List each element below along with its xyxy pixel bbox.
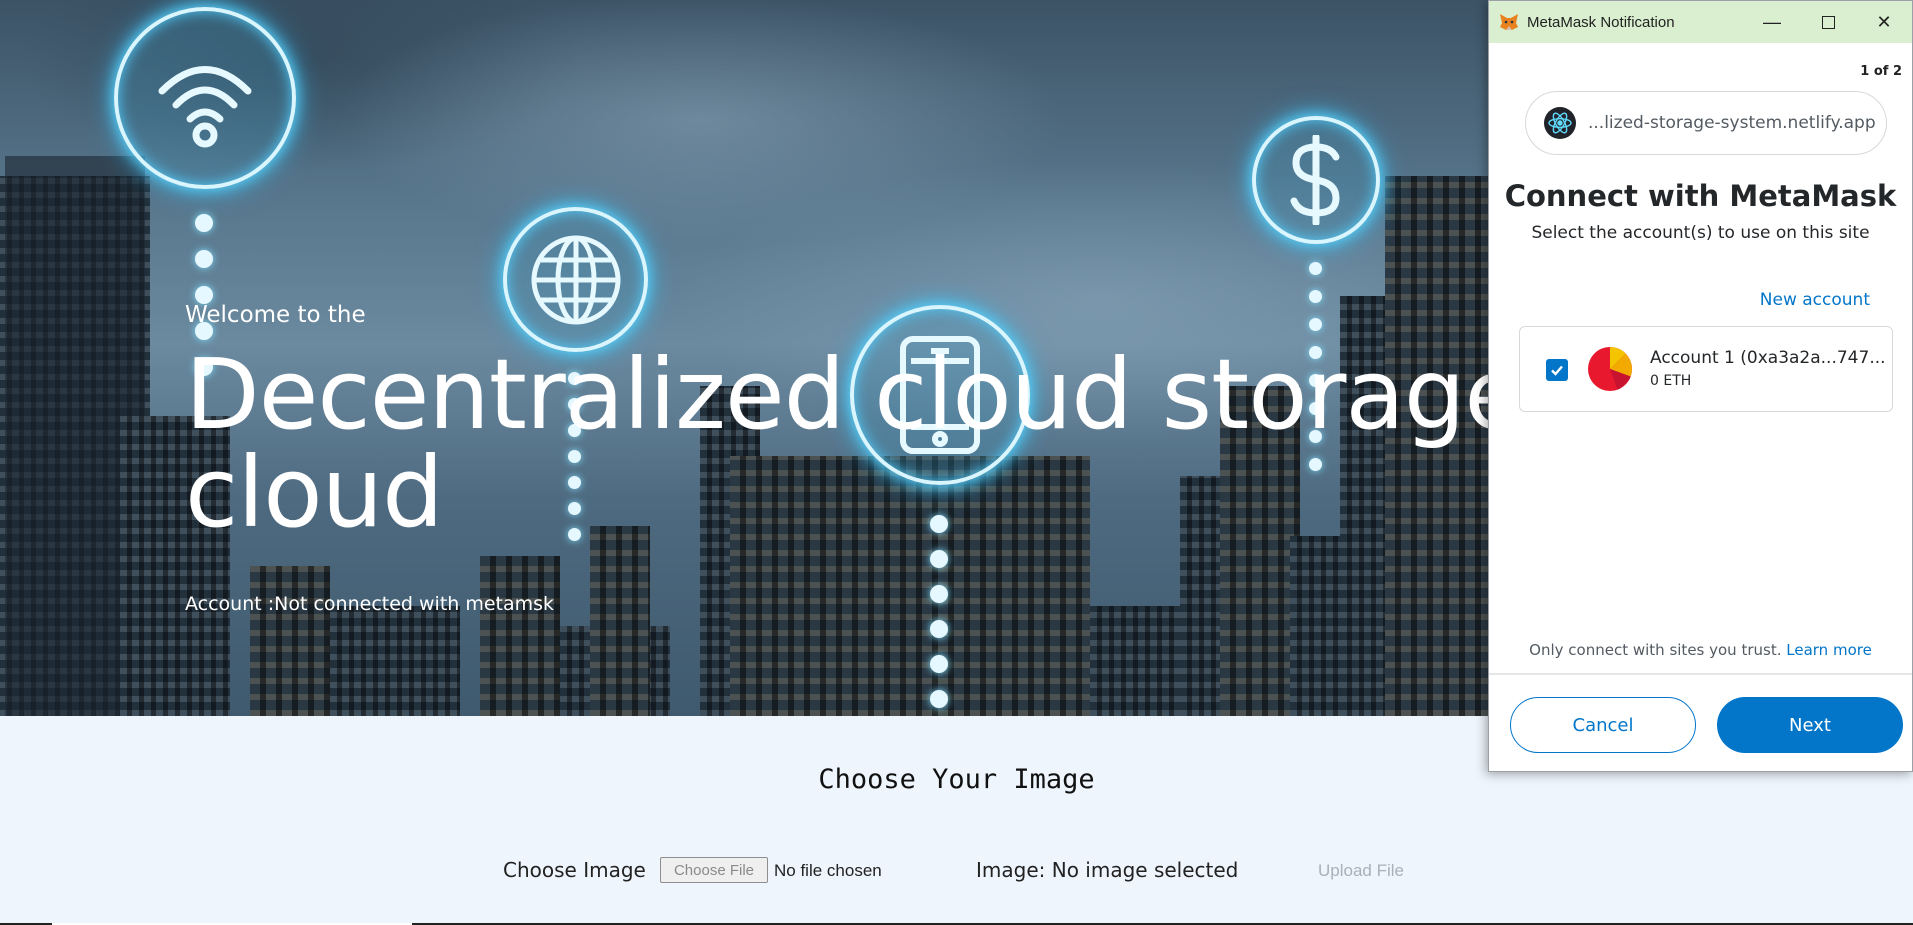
cancel-button[interactable]: Cancel (1510, 697, 1696, 753)
connect-subheading: Select the account(s) to use on this sit… (1531, 223, 1870, 243)
dots-connector (930, 515, 948, 708)
minimize-icon[interactable]: — (1744, 1, 1800, 43)
account-avatar (1588, 347, 1632, 391)
building (590, 526, 650, 716)
wifi-icon (114, 7, 296, 189)
choose-file-button[interactable]: Choose File (660, 857, 768, 883)
close-icon[interactable]: ✕ (1856, 1, 1912, 43)
choose-image-label: Choose Image (503, 858, 646, 882)
account-name: Account 1 (0xa3a2a...747... (1650, 348, 1886, 368)
headline-line-2: cloud (185, 436, 444, 549)
account-status: Account :Not connected with metamsk (185, 593, 555, 615)
dollar-icon (1252, 116, 1380, 244)
site-origin-pill: ...lized-storage-system.netlify.app (1525, 91, 1887, 155)
connect-heading: Connect with MetaMask (1504, 179, 1897, 213)
account-balance: 0 ETH (1650, 373, 1692, 389)
learn-more-link[interactable]: Learn more (1786, 641, 1872, 659)
metamask-fox-icon (1500, 14, 1518, 30)
no-file-text: No file chosen (774, 861, 882, 880)
window-title: MetaMask Notification (1527, 13, 1675, 31)
page-counter: 1 of 2 (1860, 64, 1902, 79)
maximize-icon[interactable] (1800, 1, 1856, 43)
headline-line-1: Decentralized cloud storage (185, 338, 1524, 451)
metamask-window: MetaMask Notification — ✕ 1 of 2 ...lize… (1488, 0, 1913, 772)
site-url: ...lized-storage-system.netlify.app (1588, 113, 1876, 133)
react-icon (1544, 107, 1576, 139)
welcome-text: Welcome to the (185, 302, 366, 328)
window-title-bar[interactable]: MetaMask Notification — ✕ (1489, 1, 1912, 43)
trust-text: Only connect with sites you trust. (1529, 641, 1782, 659)
trust-notice: Only connect with sites you trust. Learn… (1489, 641, 1912, 659)
footer-divider (1489, 673, 1912, 675)
new-account-link[interactable]: New account (1760, 290, 1870, 310)
building (250, 566, 330, 716)
page-headline: Decentralized cloud storage cloud (185, 338, 1524, 549)
next-button[interactable]: Next (1717, 697, 1903, 753)
building (330, 606, 460, 716)
checkmark-icon (1551, 365, 1563, 376)
account-list-item[interactable]: Account 1 (0xa3a2a...747... 0 ETH (1519, 326, 1893, 412)
image-status: Image: No image selected (976, 858, 1239, 882)
upload-file-button[interactable]: Upload File (1318, 861, 1404, 881)
globe-icon (503, 207, 648, 352)
account-checkbox[interactable] (1546, 359, 1568, 381)
building (480, 556, 560, 716)
